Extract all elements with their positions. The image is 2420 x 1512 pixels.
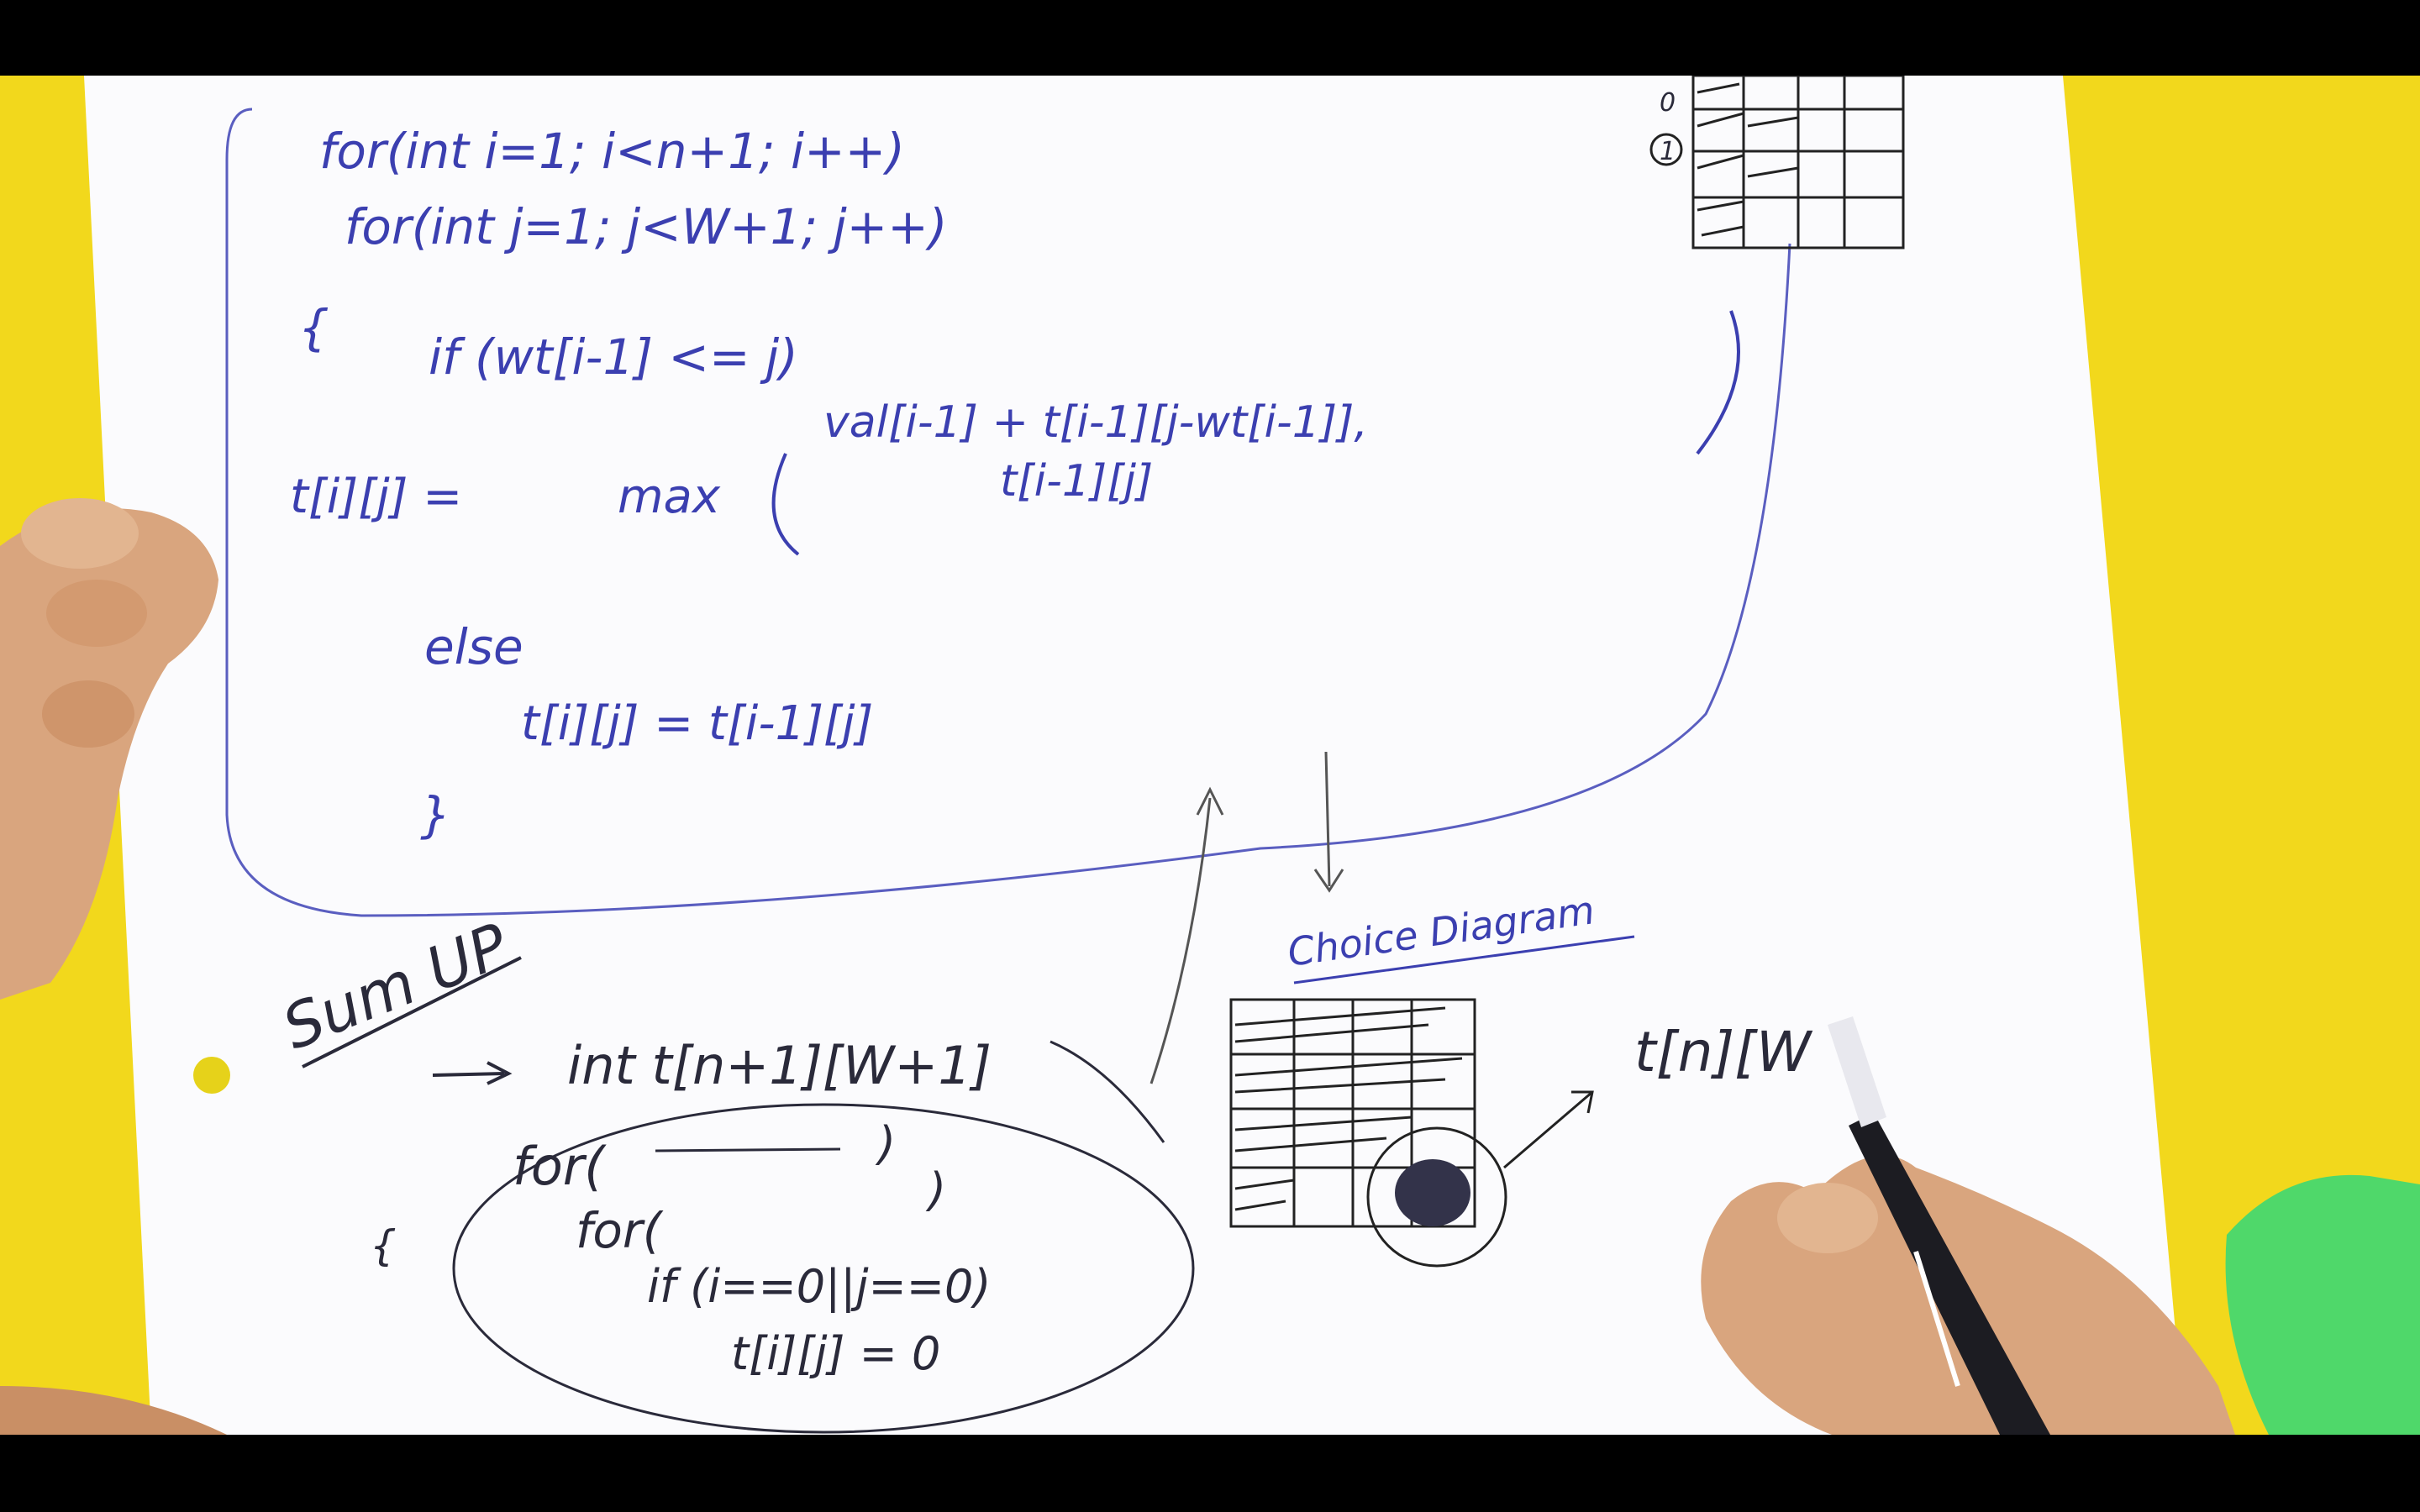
sum-up-declaration: int t[n+1][W+1] [567,1035,992,1096]
code-open-brace: { [298,299,329,356]
grid-row-1-label: 1 [1660,137,1676,166]
letterbox-bottom [0,1435,2420,1512]
whiteboard-scene: for(int i=1; i<n+1; i++) for(int j=1; j<… [0,76,2420,1435]
code-line-6: t[i][j] = t[i-1][j] [521,696,873,751]
code-line-4-lhs: t[i][j] = [290,470,462,524]
video-frame: for(int i=1; i<n+1; i++) for(int j=1; j<… [0,0,2420,1512]
code-line-1: for(int i=1; i<n+1; i++) [319,123,905,180]
code-line-4-arg1: val[i-1] + t[i-1][j-wt[i-1]], [823,397,1368,448]
code-line-5: else [424,618,523,675]
code-line-4-fn: max [618,470,721,524]
answer-text: t[n][W [1634,1020,1813,1084]
init-loop-1-end: ) [875,1117,896,1170]
init-loop-2: for( [576,1202,664,1259]
sticker-dot [193,1057,230,1094]
scene-drawing: for(int i=1; i<n+1; i++) for(int j=1; j<… [0,76,2420,1435]
code-line-3: if (wt[i-1] <= j) [429,328,798,386]
loop-1-blank [655,1147,841,1152]
code-close-brace: } [420,786,451,843]
code-line-4-arg2: t[i-1][j] [1000,456,1153,507]
code-line-2: for(int j=1; j<W+1; j++) [345,198,948,255]
green-sharpener [2225,1174,2420,1435]
init-brace: { [370,1221,397,1270]
init-loop-2-end: ) [925,1163,946,1216]
init-assign: t[i][j] = 0 [731,1327,940,1380]
init-condition: if (i==0||j==0) [647,1260,991,1313]
letterbox-top [0,0,2420,76]
init-loop-1: for( [513,1136,607,1197]
grid-row-0-label: 0 [1660,88,1676,118]
